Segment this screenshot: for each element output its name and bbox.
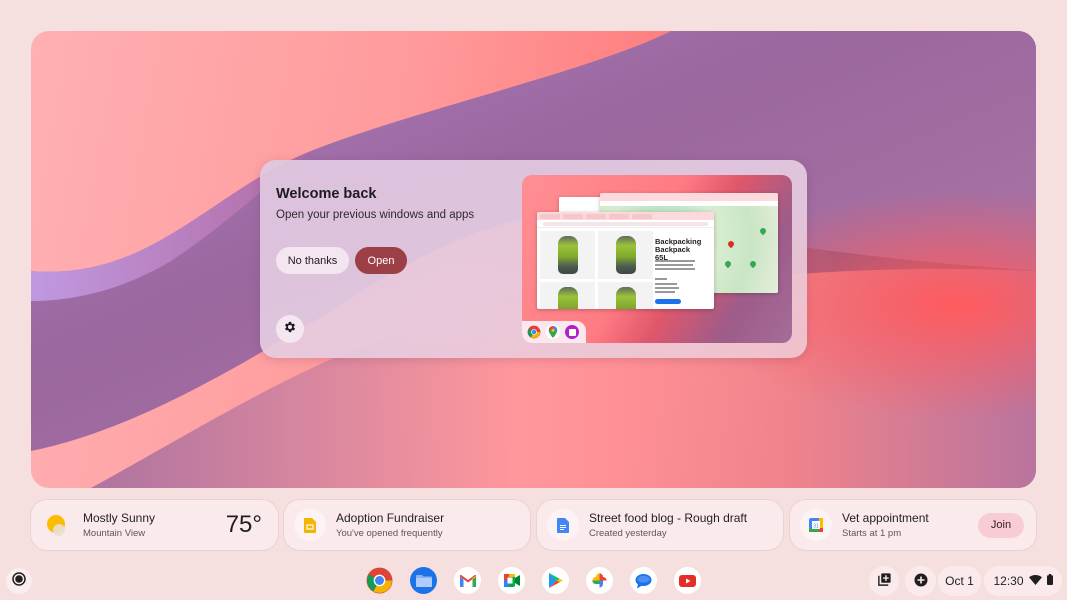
google-docs-icon bbox=[547, 509, 579, 541]
play-store-icon bbox=[548, 573, 563, 588]
shelf-app-meet[interactable] bbox=[498, 567, 525, 594]
status-area-button[interactable]: 12:30 bbox=[984, 566, 1062, 596]
google-photos-icon bbox=[592, 573, 607, 588]
open-button[interactable]: Open bbox=[355, 247, 407, 274]
dialog-subtitle: Open your previous windows and apps bbox=[276, 209, 475, 221]
session-preview: Backpacking Backpack 65L bbox=[522, 175, 792, 343]
weather-location: Mountain View bbox=[83, 528, 146, 539]
suggestion-chip-slides[interactable]: Adoption Fundraiser You've opened freque… bbox=[284, 500, 530, 550]
join-button[interactable]: Join bbox=[978, 512, 1024, 538]
launcher-icon bbox=[12, 571, 26, 591]
file-reason: Created yesterday bbox=[589, 528, 667, 539]
shelf-app-messages[interactable] bbox=[630, 567, 657, 594]
dialog-title: Welcome back bbox=[276, 186, 377, 202]
google-calendar-icon: 31 bbox=[800, 509, 832, 541]
folder-icon bbox=[415, 575, 432, 587]
no-thanks-button[interactable]: No thanks bbox=[276, 247, 349, 274]
holding-space-icon bbox=[877, 572, 892, 590]
gear-icon bbox=[283, 320, 297, 339]
time-label: 12:30 bbox=[993, 574, 1024, 588]
preview-window-chrome: Backpacking Backpack 65L bbox=[537, 212, 714, 309]
google-slides-icon bbox=[294, 509, 326, 541]
date-label: Oct 1 bbox=[945, 574, 974, 588]
shelf-app-chrome[interactable] bbox=[366, 567, 393, 594]
app-icon bbox=[565, 325, 579, 339]
event-title: Vet appointment bbox=[842, 511, 929, 525]
shelf-app-files[interactable] bbox=[410, 567, 437, 594]
launcher-button[interactable] bbox=[6, 568, 32, 594]
weather-chip[interactable]: Mostly Sunny Mountain View 75° bbox=[31, 500, 278, 550]
shelf-app-play-store[interactable] bbox=[542, 567, 569, 594]
youtube-icon bbox=[679, 574, 696, 587]
holding-space-button[interactable] bbox=[869, 566, 899, 596]
preview-product-title: Backpacking Backpack 65L bbox=[655, 237, 702, 262]
file-title: Adoption Fundraiser bbox=[336, 511, 445, 525]
shelf-app-photos[interactable] bbox=[586, 567, 613, 594]
shelf-app-gmail[interactable] bbox=[454, 567, 481, 594]
messages-icon bbox=[635, 573, 652, 588]
chrome-icon bbox=[366, 567, 393, 594]
gmail-icon bbox=[459, 574, 476, 587]
preview-app-icons bbox=[522, 321, 586, 343]
date-button[interactable]: Oct 1 bbox=[938, 566, 981, 596]
battery-icon bbox=[1046, 574, 1053, 588]
chrome-icon bbox=[527, 325, 541, 339]
wifi-icon bbox=[1028, 574, 1042, 588]
settings-button[interactable] bbox=[276, 315, 304, 343]
weather-condition: Mostly Sunny bbox=[83, 511, 156, 525]
event-time: Starts at 1 pm bbox=[842, 528, 902, 539]
svg-text:31: 31 bbox=[813, 524, 819, 530]
google-meet-icon bbox=[503, 574, 520, 587]
shelf-app-youtube[interactable] bbox=[674, 567, 701, 594]
file-reason: You've opened frequently bbox=[336, 528, 443, 539]
plus-circle-icon bbox=[914, 573, 928, 590]
suggestion-chip-docs[interactable]: Street food blog - Rough draft Created y… bbox=[537, 500, 783, 550]
suggestion-chip-calendar[interactable]: 31 Vet appointment Starts at 1 pm Join bbox=[790, 500, 1036, 550]
weather-sunny-icon bbox=[41, 509, 73, 541]
shelf-apps bbox=[366, 567, 701, 594]
add-button[interactable] bbox=[905, 566, 936, 596]
google-maps-icon bbox=[546, 325, 560, 339]
file-title: Street food blog - Rough draft bbox=[589, 511, 748, 525]
temperature: 75° bbox=[225, 511, 262, 538]
restore-session-dialog: Welcome back Open your previous windows … bbox=[260, 160, 807, 358]
